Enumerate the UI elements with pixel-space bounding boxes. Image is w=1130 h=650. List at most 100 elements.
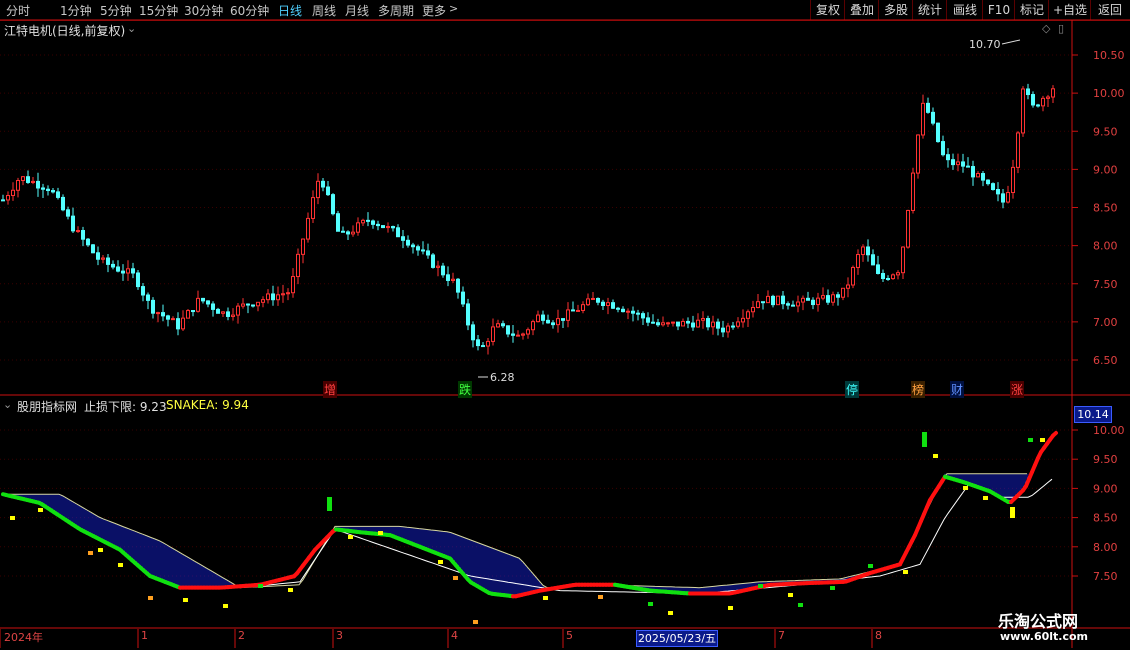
candle-body [251, 304, 255, 307]
signal-dot [798, 603, 803, 607]
candle-body [151, 299, 155, 314]
panel-toggle-icon[interactable]: ▯ [1058, 22, 1064, 35]
signal-dot [10, 516, 15, 520]
candle-body [221, 311, 225, 314]
diamond-icon[interactable]: ◇ [1042, 22, 1050, 35]
candle-body [111, 263, 115, 268]
event-marker-finance[interactable]: 财 [950, 381, 965, 398]
chart-canvas[interactable]: 10.50 10.00 9.50 9.00 8.50 8.00 7.50 7.00 6.50 10… [0, 0, 1130, 650]
candle-body [91, 244, 95, 254]
candle-body [236, 305, 240, 316]
candle-body [131, 268, 135, 274]
candle-body [436, 265, 440, 268]
candle-body [791, 304, 795, 307]
signal-dot [668, 611, 673, 615]
candle-body [426, 250, 430, 256]
indicator-tick-label: 7.50 [1093, 570, 1118, 583]
candle-body [121, 270, 125, 274]
candle-body [381, 225, 385, 229]
event-marker-halt[interactable]: 停 [845, 381, 860, 398]
price-axis: 10.50 10.00 9.50 9.00 8.50 8.00 7.50 7.00 6.50 10… [1072, 49, 1125, 583]
price-tick-label: 9.00 [1093, 163, 1118, 176]
candle-body [226, 311, 230, 317]
chevron-down-icon[interactable]: ⌄ [3, 398, 12, 411]
candle-body [26, 176, 30, 183]
candle-body [41, 187, 45, 190]
price-tick-label: 7.50 [1093, 278, 1118, 291]
candle-body [956, 161, 960, 166]
candle-body [796, 301, 800, 307]
candle-body [1021, 88, 1025, 134]
signal-dot [348, 535, 353, 539]
candle-body [191, 310, 195, 313]
candle-body [476, 339, 480, 347]
candle-body [1011, 166, 1015, 194]
candle-body [1, 199, 5, 202]
candle-body [486, 340, 490, 347]
signal-dot [473, 620, 478, 624]
candle-body [56, 191, 60, 198]
candle-body [731, 325, 735, 328]
candle-body [31, 180, 35, 183]
candle-body [156, 312, 160, 315]
candle-body [36, 180, 40, 189]
candle-body [326, 186, 330, 196]
candle-body [491, 326, 495, 342]
candle-body [281, 293, 285, 296]
candle-body [586, 298, 590, 306]
candle-body [951, 159, 955, 166]
candle-body [701, 318, 705, 321]
candle-body [821, 295, 825, 299]
price-tick-label: 9.50 [1093, 125, 1118, 138]
candle-body [246, 303, 250, 306]
candle-body [716, 321, 720, 329]
candle-body [576, 309, 580, 312]
snake-segment [1051, 430, 1058, 438]
candle-body [71, 215, 75, 232]
candle-body [1001, 193, 1005, 203]
event-marker-drop[interactable]: 跌 [458, 381, 473, 398]
signal-dot [288, 588, 293, 592]
candle-body [421, 249, 425, 252]
watermark-title: 乐淘公式网 [998, 612, 1079, 631]
candle-body [661, 322, 665, 326]
candle-body [971, 166, 975, 178]
candle-body [751, 306, 755, 313]
event-marker-increase[interactable]: 增 [323, 381, 338, 398]
candle-body [201, 297, 205, 302]
event-marker-list[interactable]: 榜 [911, 381, 926, 398]
date-label-month-1: 1 [141, 629, 148, 642]
chevron-down-icon[interactable]: ⌄ [127, 22, 136, 35]
candle-body [816, 297, 820, 306]
candle-body [46, 188, 50, 192]
candle-body [801, 297, 805, 303]
candle-body [946, 154, 950, 161]
watermark-url: www.60lt.com [1000, 630, 1089, 643]
indicator-tick-label: 9.00 [1093, 482, 1118, 495]
price-tick-label: 7.00 [1093, 316, 1118, 329]
candle-body [706, 318, 710, 328]
candle-body [441, 265, 445, 276]
candle-body [371, 220, 375, 225]
candle-body [146, 294, 150, 301]
candle-body [621, 308, 625, 313]
candle-body [521, 333, 525, 336]
date-label-month-3: 3 [336, 629, 343, 642]
indicator-name[interactable]: 股朋指标网 [17, 398, 77, 415]
event-marker-rise[interactable]: 涨 [1010, 381, 1025, 398]
candle-body [401, 236, 405, 241]
candle-body [841, 287, 845, 298]
candle-body [451, 278, 455, 281]
candle-body [641, 313, 645, 319]
candle-body [216, 308, 220, 314]
signal-dot [1040, 438, 1045, 442]
candle-body [1046, 96, 1050, 99]
candle-body [901, 246, 905, 274]
candle-body [331, 194, 335, 215]
candle-body [61, 196, 65, 211]
price-tick-label: 6.50 [1093, 354, 1118, 367]
candle-body [771, 295, 775, 306]
candle-body [591, 297, 595, 300]
candle-body [781, 295, 785, 305]
candle-body [306, 217, 310, 240]
